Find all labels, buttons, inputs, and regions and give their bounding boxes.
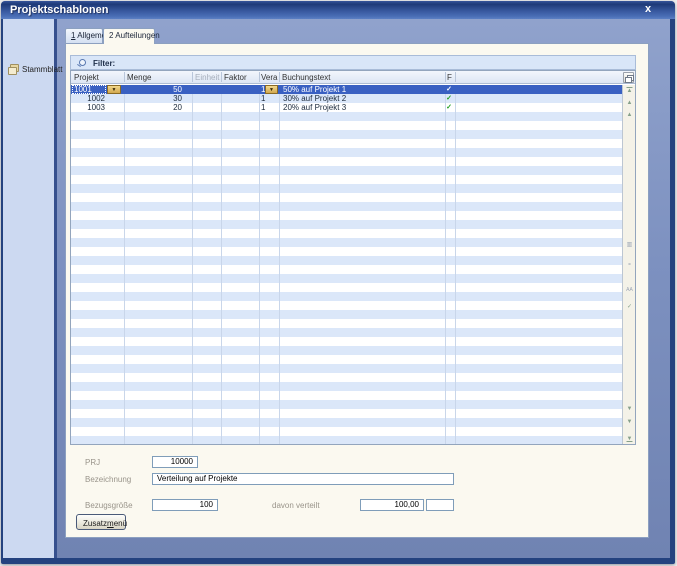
- grid-header: Projekt Menge Einheit Faktor Vera Buchun…: [71, 71, 635, 84]
- buchungstext-cell: 50% auf Projekt 1: [283, 85, 443, 94]
- buchungstext-cell: 20% auf Projekt 3: [283, 103, 443, 112]
- stammblatt-cards-icon: [8, 64, 19, 74]
- bezugsgroesse-field[interactable]: 100: [152, 499, 218, 511]
- column-header-f[interactable]: F: [447, 73, 452, 82]
- davon-verteilt-field[interactable]: 100,00: [360, 499, 424, 511]
- vera-cell: 1: [261, 103, 273, 112]
- row-checkmark-icon: ✓: [443, 94, 455, 103]
- sidebar: Stammblatt: [3, 19, 57, 558]
- projektschablonen-window: Projektschablonen x Stammblatt 1 Allgeme…: [1, 1, 675, 564]
- first-row-icon[interactable]: ▲: [623, 87, 636, 95]
- davon-verteilt-label: davon verteilt: [272, 501, 320, 510]
- filter-label: Filter:: [93, 59, 115, 68]
- bezeichnung-field[interactable]: Verteilung auf Projekte: [152, 473, 454, 485]
- prj-label: PRJ: [85, 458, 100, 467]
- projekt-dropdown-button[interactable]: ▼: [107, 85, 121, 94]
- prev-page-icon[interactable]: ▲: [623, 99, 636, 107]
- column-header-menge[interactable]: Menge: [127, 73, 151, 82]
- prj-field[interactable]: 10000: [152, 456, 198, 468]
- aufteilungen-tab-page: Filter: Projekt Menge Einheit Faktor Ver…: [65, 43, 649, 538]
- zusatzmenu-button[interactable]: Zusatzmenü: [76, 514, 126, 530]
- projekt-cell: 1001: [72, 85, 106, 94]
- table-row[interactable]: 1003 20 1 20% auf Projekt 3✓: [71, 103, 622, 112]
- search-icon: [77, 59, 85, 67]
- filter-check-icon[interactable]: ✓: [623, 303, 636, 311]
- tab-label: Aufteilungen: [113, 31, 159, 40]
- search-row-icon[interactable]: ⚬: [623, 261, 636, 269]
- column-header-projekt[interactable]: Projekt: [74, 73, 99, 82]
- column-header-vera[interactable]: Vera: [261, 73, 277, 82]
- grid-body: 1001▼501▼50% auf Projekt 1✓100230130% au…: [71, 85, 635, 444]
- column-header-faktor[interactable]: Faktor: [224, 73, 247, 82]
- column-header-einheit[interactable]: Einheit: [195, 73, 219, 82]
- sidebar-item-label: Stammblatt: [22, 65, 62, 74]
- bezeichnung-label: Bezeichnung: [85, 475, 131, 484]
- table-row[interactable]: 1002 30 1 30% auf Projekt 2✓: [71, 94, 622, 103]
- next-row-icon[interactable]: ▼: [623, 405, 636, 413]
- auto-width-icon[interactable]: AA: [623, 286, 636, 294]
- tab-aufteilungen[interactable]: 2 Aufteilungen: [103, 28, 155, 44]
- row-checkmark-icon: ✓: [443, 103, 455, 112]
- last-row-icon[interactable]: ▼: [623, 435, 636, 443]
- columns-icon[interactable]: ▥: [623, 241, 636, 249]
- buchungstext-cell: 30% auf Projekt 2: [283, 94, 443, 103]
- vera-dropdown-button[interactable]: ▼: [265, 85, 278, 94]
- column-header-buchungstext[interactable]: Buchungstext: [282, 73, 330, 82]
- menge-cell: 20: [124, 103, 182, 112]
- aufteilungen-grid: Projekt Menge Einheit Faktor Vera Buchun…: [70, 70, 636, 445]
- davon-verteilt-extra-field[interactable]: [426, 499, 454, 511]
- close-button[interactable]: x: [641, 3, 655, 15]
- table-row[interactable]: 1001▼501▼50% auf Projekt 1✓: [71, 85, 622, 94]
- grid-rows: 1001▼501▼50% auf Projekt 1✓100230130% au…: [71, 85, 622, 444]
- window-body: Stammblatt 1 Allgemein 2 Aufteilungen Fi…: [3, 19, 670, 558]
- sidebar-item-stammblatt[interactable]: Stammblatt: [8, 63, 56, 77]
- select-all-corner-button[interactable]: [623, 72, 634, 83]
- window-title: Projektschablonen: [10, 4, 108, 16]
- row-checkmark-icon: ✓: [443, 85, 455, 94]
- titlebar[interactable]: Projektschablonen x: [1, 1, 675, 19]
- projekt-cell: 1003: [71, 103, 105, 112]
- next-page-icon[interactable]: ▼: [623, 418, 636, 426]
- menge-cell: 30: [124, 94, 182, 103]
- screen: Projektschablonen x Stammblatt 1 Allgeme…: [0, 0, 677, 566]
- bezugsgroesse-label: Bezugsgröße: [85, 501, 133, 510]
- vera-cell: 1: [261, 94, 273, 103]
- prev-row-icon[interactable]: ▲: [623, 111, 636, 119]
- projekt-cell: 1002: [71, 94, 105, 103]
- grid-nav-strip: ▲ ▲ ▲ ▥ ⚬ AA ✓ ▼ ▼ ▼: [622, 85, 635, 444]
- filter-bar[interactable]: Filter:: [70, 55, 636, 70]
- menge-cell: 50: [124, 85, 182, 94]
- tab-allgemein[interactable]: 1 Allgemein: [65, 28, 103, 43]
